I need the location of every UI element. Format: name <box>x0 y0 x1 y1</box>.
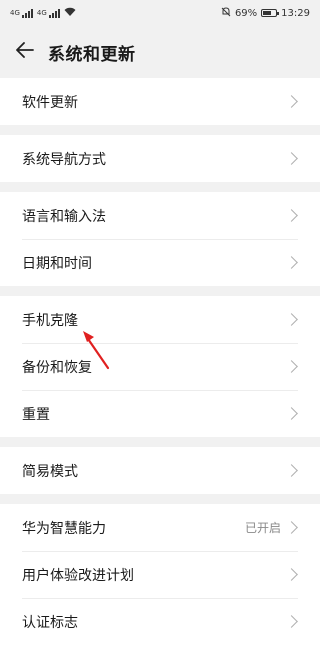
settings-item-language-input[interactable]: 语言和输入法 <box>0 192 320 239</box>
clock: 13:29 <box>281 7 310 19</box>
page-title: 系统和更新 <box>48 44 136 65</box>
chevron-right-icon <box>285 407 298 420</box>
settings-item-user-experience[interactable]: 用户体验改进计划 <box>0 551 320 598</box>
chevron-right-icon <box>285 313 298 326</box>
status-right: 69% 13:29 <box>221 6 310 20</box>
chevron-right-icon <box>285 464 298 477</box>
battery-percent: 69% <box>234 7 258 19</box>
settings-group: 手机克隆 备份和恢复 重置 <box>0 296 320 437</box>
settings-item-huawei-assistant[interactable]: 华为智慧能力 已开启 <box>0 504 320 551</box>
settings-item-date-time[interactable]: 日期和时间 <box>0 239 320 286</box>
item-label: 认证标志 <box>22 614 78 631</box>
settings-item-certification[interactable]: 认证标志 <box>0 598 320 645</box>
back-arrow-icon[interactable] <box>16 41 34 63</box>
item-label: 备份和恢复 <box>22 359 92 376</box>
settings-group: 语言和输入法 日期和时间 <box>0 192 320 286</box>
settings-group: 华为智慧能力 已开启 用户体验改进计划 认证标志 <box>0 504 320 645</box>
settings-item-phone-clone[interactable]: 手机克隆 <box>0 296 320 343</box>
item-label: 软件更新 <box>22 94 78 111</box>
item-label: 系统导航方式 <box>22 151 106 168</box>
item-label: 语言和输入法 <box>22 208 106 225</box>
chevron-right-icon <box>285 568 298 581</box>
chevron-right-icon <box>285 209 298 222</box>
settings-item-backup-restore[interactable]: 备份和恢复 <box>0 343 320 390</box>
item-value: 已开启 <box>244 521 281 535</box>
item-label: 用户体验改进计划 <box>22 567 134 584</box>
settings-item-software-update[interactable]: 软件更新 <box>0 78 320 125</box>
item-label: 日期和时间 <box>22 255 92 272</box>
chevron-right-icon <box>285 615 298 628</box>
chevron-right-icon <box>285 152 298 165</box>
chevron-right-icon <box>285 95 298 108</box>
settings-group: 系统导航方式 <box>0 135 320 182</box>
status-left: 4G 4G <box>10 7 76 20</box>
status-bar: 4G 4G 69% 13:29 <box>0 0 320 26</box>
item-label: 简易模式 <box>22 463 78 480</box>
network-type-2: 4G <box>36 8 47 17</box>
mute-icon <box>221 6 231 20</box>
item-label: 华为智慧能力 <box>22 520 106 537</box>
settings-item-navigation[interactable]: 系统导航方式 <box>0 135 320 182</box>
signal-icon: 4G <box>36 8 60 18</box>
item-label: 重置 <box>22 406 50 423</box>
network-type-1: 4G <box>10 8 20 17</box>
wifi-icon <box>64 7 76 20</box>
settings-group: 软件更新 <box>0 78 320 125</box>
signal-icon: 4G <box>10 8 33 18</box>
settings-group: 简易模式 <box>0 447 320 494</box>
item-label: 手机克隆 <box>22 312 78 329</box>
settings-item-simple-mode[interactable]: 简易模式 <box>0 447 320 494</box>
settings-item-reset[interactable]: 重置 <box>0 390 320 437</box>
chevron-right-icon <box>285 360 298 373</box>
page-header: 系统和更新 <box>0 26 320 78</box>
chevron-right-icon <box>285 256 298 269</box>
battery-icon <box>261 9 280 17</box>
chevron-right-icon <box>285 521 298 534</box>
